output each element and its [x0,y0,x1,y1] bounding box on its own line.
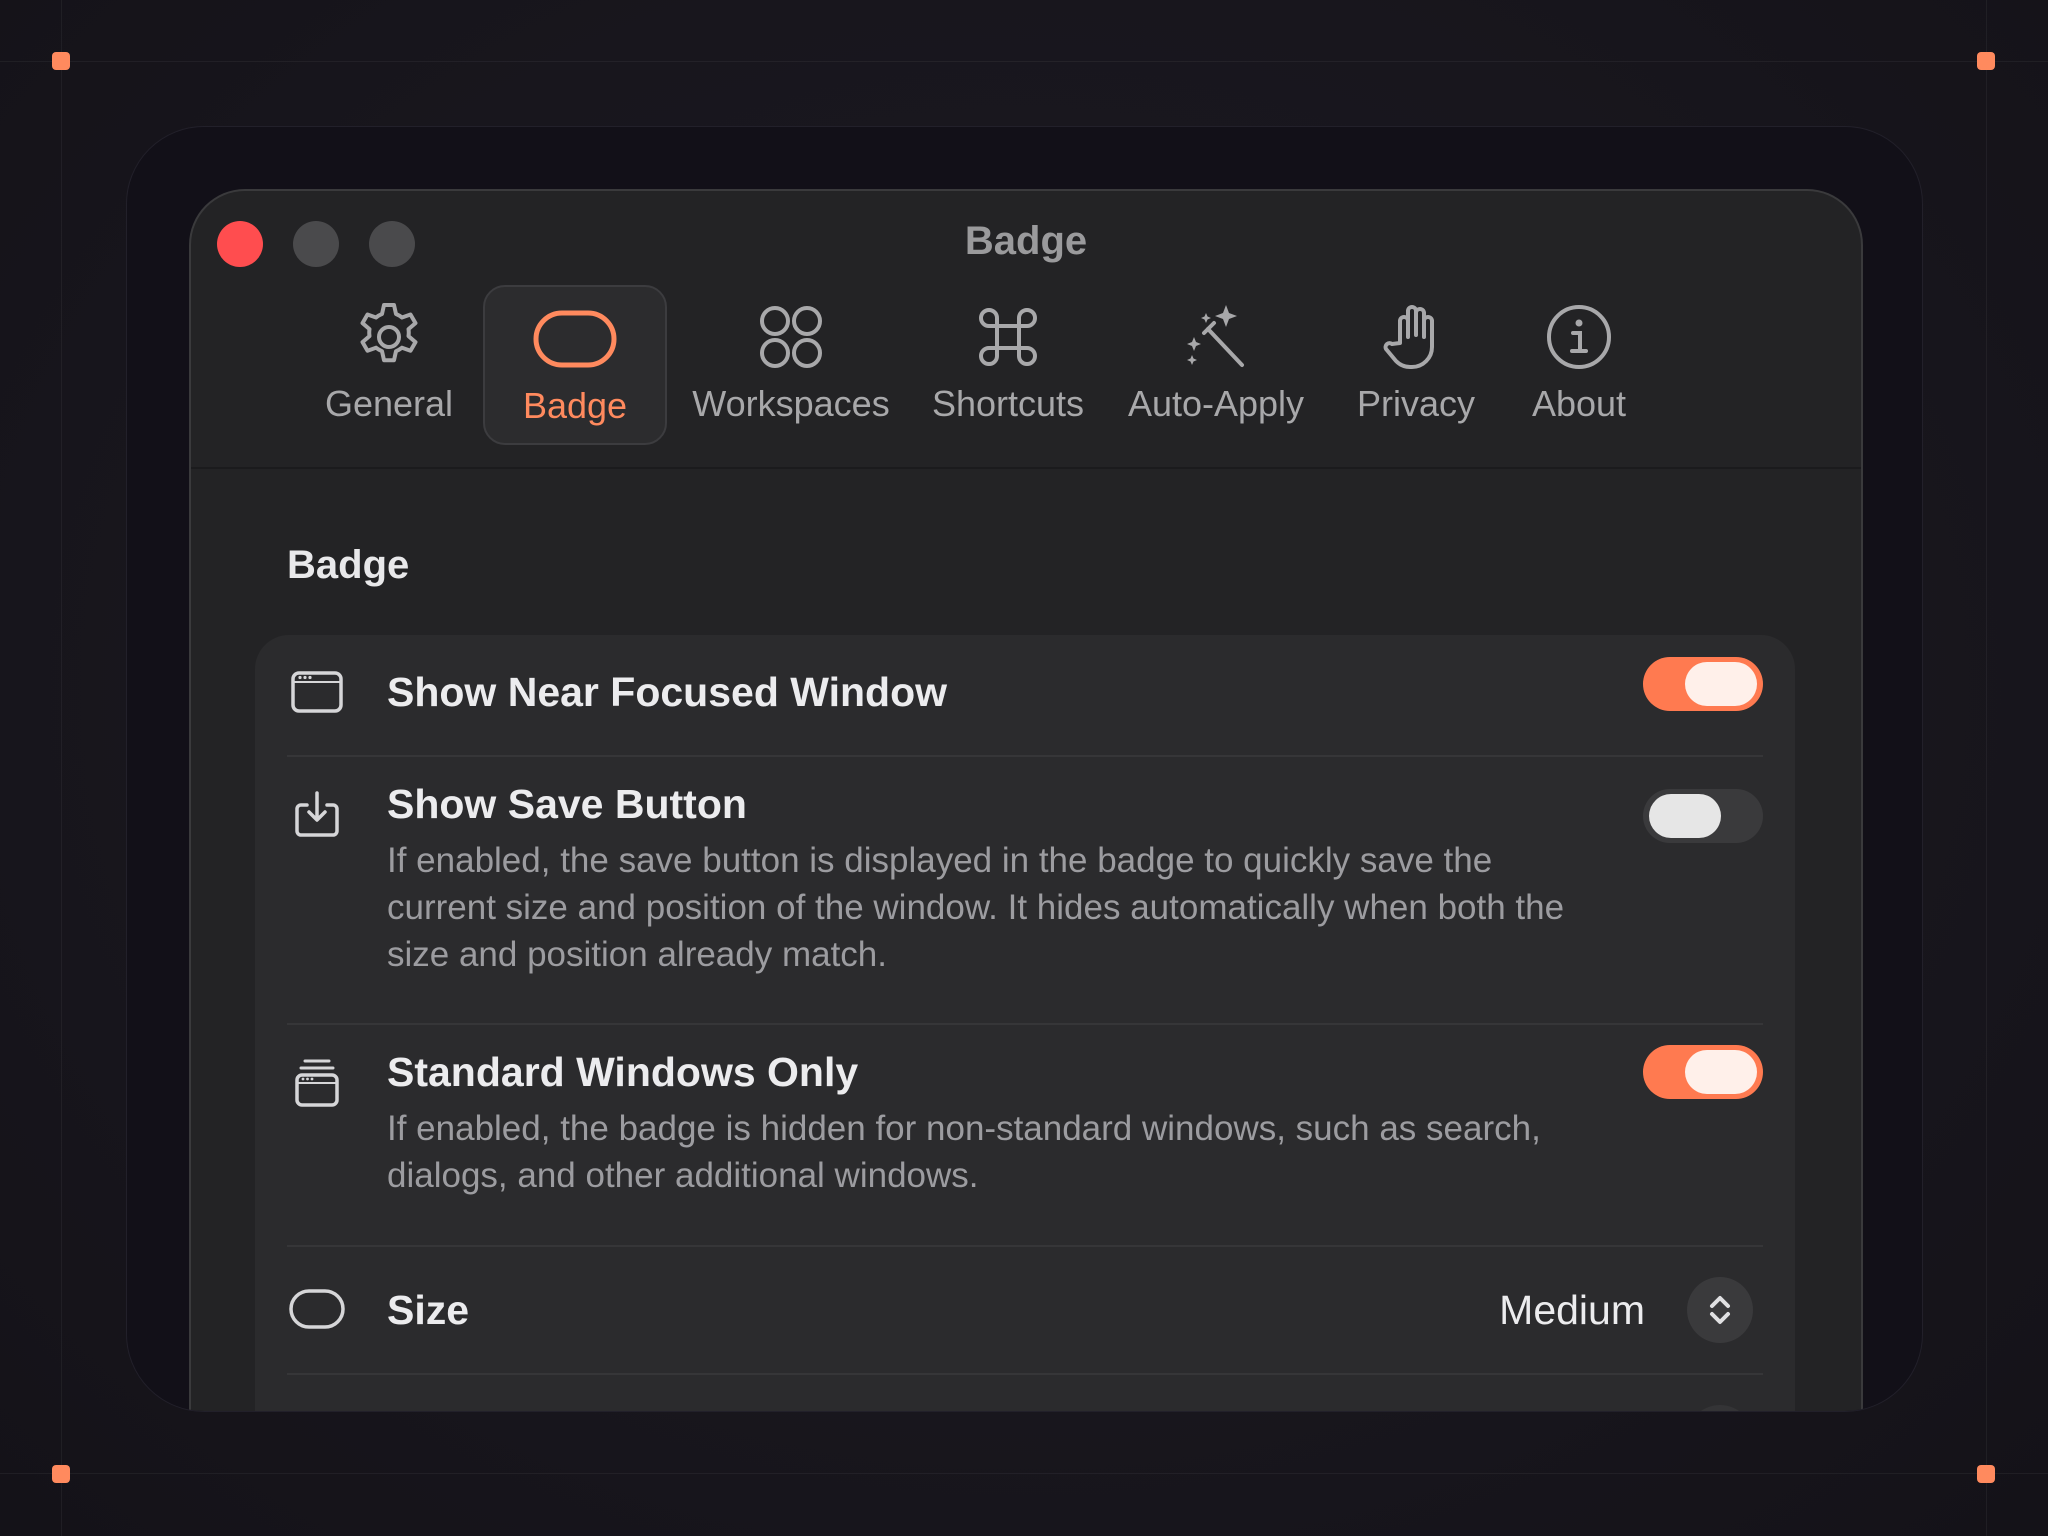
four-circles-icon [760,306,822,368]
guide-line-left [61,0,62,1536]
tab-privacy-label: Privacy [1356,383,1476,424]
tab-privacy[interactable]: Privacy [1341,291,1491,447]
setting-row-size: Size Medium [255,1247,1795,1373]
tab-auto-apply[interactable]: Auto-Apply [1111,291,1321,447]
tab-about-label: About [1531,383,1627,424]
show-near-focused-window-toggle[interactable] [1643,657,1763,711]
setting-title: Standard Windows Only [387,1049,859,1095]
settings-window: Badge General Badge Workspaces Shortcuts… [189,189,1863,1411]
tab-about[interactable]: About [1511,291,1647,447]
tab-badge-label: Badge [522,385,628,426]
section-heading: Badge [287,543,410,587]
stacked-windows-icon [295,1059,339,1107]
gear-icon [360,303,418,363]
toggle-knob [1685,1050,1757,1094]
setting-row-standard-windows-only: Standard Windows Only If enabled, the ba… [255,1025,1795,1245]
save-tray-icon [295,791,339,837]
tab-general-label: General [324,383,454,424]
resize-handle-bottom-right[interactable] [1977,1465,1995,1483]
capsule-icon [289,1289,345,1329]
guide-line-bottom [0,1473,2048,1474]
window-icon [291,671,343,713]
tab-general[interactable]: General [309,291,469,447]
setting-row-show-save-button: Show Save Button If enabled, the save bu… [255,757,1795,1023]
guide-line-right [1986,0,1987,1536]
tab-auto-apply-label: Auto-Apply [1127,383,1305,424]
resize-handle-bottom-left[interactable] [52,1465,70,1483]
size-select-button[interactable] [1687,1277,1753,1343]
setting-row-show-near-focused-window: Show Near Focused Window [255,635,1795,755]
command-key-icon [979,308,1037,366]
standard-windows-only-toggle[interactable] [1643,1045,1763,1099]
partial-row-control[interactable] [1687,1405,1753,1411]
setting-description: If enabled, the badge is hidden for non-… [387,1109,1541,1195]
show-save-button-toggle[interactable] [1643,789,1763,843]
hand-icon [1383,305,1434,369]
tab-shortcuts[interactable]: Shortcuts [921,291,1095,447]
settings-card: Show Near Focused Window Show Save Butto… [255,635,1795,1411]
tab-workspaces[interactable]: Workspaces [685,291,897,447]
size-select-value[interactable]: Medium [1499,1287,1645,1334]
setting-title: Show Near Focused Window [387,669,948,715]
toggle-knob [1649,794,1721,838]
tab-shortcuts-label: Shortcuts [931,383,1085,424]
window-title: Badge [964,219,1088,263]
guide-line-top [0,61,2048,62]
canvas-background: Badge General Badge Workspaces Shortcuts… [0,0,2048,1536]
resize-handle-top-left[interactable] [52,52,70,70]
tab-workspaces-label: Workspaces [692,383,890,424]
tab-badge[interactable]: Badge [483,285,667,445]
resize-handle-top-right[interactable] [1977,52,1995,70]
setting-title: Show Save Button [387,781,747,827]
setting-row-partial [255,1375,1795,1411]
info-circle-icon [1547,305,1611,369]
preferences-toolbar: General Badge Workspaces Shortcuts Auto-… [191,285,1861,469]
toggle-knob [1685,662,1757,706]
chevron-up-down-icon [1710,1296,1730,1324]
magic-wand-icon [1187,305,1244,367]
setting-title: Size [387,1287,470,1333]
setting-description: If enabled, the save button is displayed… [387,841,1565,974]
badge-capsule-icon [533,310,617,368]
title-bar: Badge [191,191,1861,291]
device-frame: Badge General Badge Workspaces Shortcuts… [126,126,1923,1412]
